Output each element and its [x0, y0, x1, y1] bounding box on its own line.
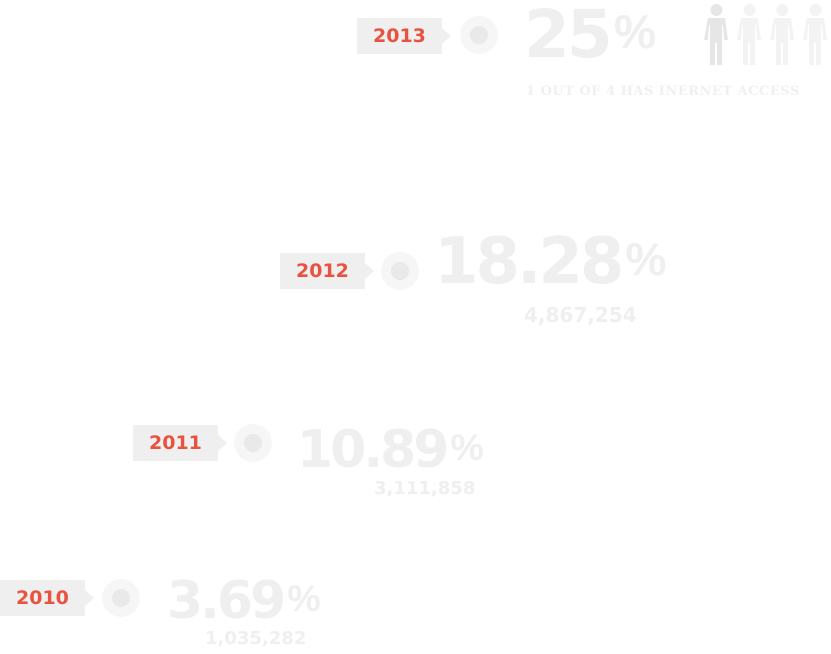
percentage-value: 3.69%: [167, 575, 321, 627]
timeline-dot: [381, 252, 419, 290]
detail-value: 1,035,282: [205, 628, 307, 649]
year-tag: 2011: [133, 425, 227, 461]
year-tag: 2010: [0, 580, 94, 616]
year-tag: 2013: [357, 18, 451, 54]
percent-sign: %: [287, 577, 321, 620]
timeline-dot: [234, 424, 272, 462]
people-icons: [704, 3, 828, 67]
percentage-number: 18.28: [434, 225, 624, 299]
detail-value: 3,111,858: [374, 478, 476, 499]
detail-caption: 1 OUT OF 4 HAS INERNET ACCESS: [526, 84, 800, 99]
percentage-value: 10.89%: [297, 424, 484, 476]
timeline-dot: [460, 16, 498, 54]
percent-sign: %: [625, 232, 667, 285]
percent-sign: %: [450, 426, 484, 469]
person-faded-icon: [803, 3, 828, 67]
person-faded-icon: [770, 3, 795, 67]
detail-value: 4,867,254: [524, 303, 637, 327]
percentage-number: 10.89: [297, 420, 449, 480]
percentage-number: 3.69: [167, 571, 286, 631]
percentage-number: 25: [524, 0, 613, 73]
person-filled-icon: [704, 3, 729, 67]
percent-sign: %: [613, 6, 657, 60]
year-tag: 2012: [280, 253, 374, 289]
percentage-value: 18.28%: [434, 230, 666, 294]
timeline-dot: [102, 579, 140, 617]
person-faded-icon: [737, 3, 762, 67]
percentage-value: 25%: [524, 2, 656, 68]
